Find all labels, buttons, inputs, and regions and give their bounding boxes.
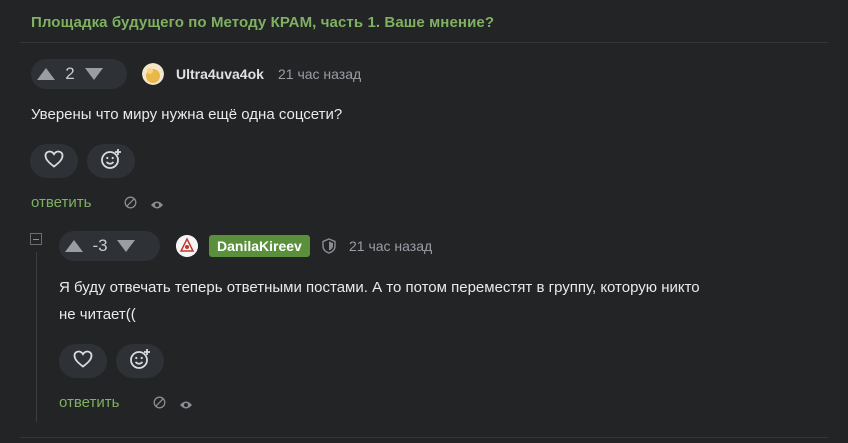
upvote-icon[interactable] (31, 59, 61, 89)
downvote-icon[interactable] (79, 59, 109, 89)
comment-text-line: Я буду отвечать теперь ответными постами… (59, 279, 700, 296)
reaction-button[interactable] (87, 144, 135, 178)
eye-icon[interactable] (179, 397, 193, 415)
collapse-icon[interactable] (30, 233, 42, 245)
heart-icon (44, 150, 64, 173)
reply-link[interactable]: ответить (31, 194, 91, 211)
divider (20, 42, 828, 43)
comment-author[interactable]: Ultra4uva4ok (176, 66, 264, 82)
like-button[interactable] (59, 344, 107, 378)
thread-line[interactable] (36, 252, 37, 422)
comment-time[interactable]: 21 час назад (278, 66, 361, 82)
comment-score: 2 (65, 64, 75, 83)
shield-icon (322, 238, 336, 259)
hide-icon[interactable] (124, 196, 137, 214)
vote-control: 2 (31, 59, 127, 89)
hide-icon[interactable] (153, 396, 166, 414)
eye-icon[interactable] (150, 197, 164, 215)
comment-time[interactable]: 21 час назад (349, 238, 432, 254)
like-button[interactable] (30, 144, 78, 178)
emoji-add-icon (100, 148, 122, 175)
comment-author[interactable]: DanilaKireev (209, 235, 310, 257)
downvote-icon[interactable] (111, 231, 141, 261)
reaction-button[interactable] (116, 344, 164, 378)
avatar[interactable] (176, 235, 198, 257)
comment-text-line: не читает(( (59, 306, 136, 323)
comment-text: Уверены что миру нужна ещё одна соцсети? (31, 106, 343, 123)
avatar[interactable] (142, 63, 164, 85)
post-title[interactable]: Площадка будущего по Методу КРАМ, часть … (31, 14, 494, 31)
upvote-icon[interactable] (59, 231, 89, 261)
reply-link[interactable]: ответить (59, 394, 119, 411)
vote-control: -3 (59, 231, 160, 261)
emoji-add-icon (129, 348, 151, 375)
comment-score: -3 (92, 236, 108, 255)
divider (20, 437, 828, 438)
heart-icon (73, 350, 93, 373)
